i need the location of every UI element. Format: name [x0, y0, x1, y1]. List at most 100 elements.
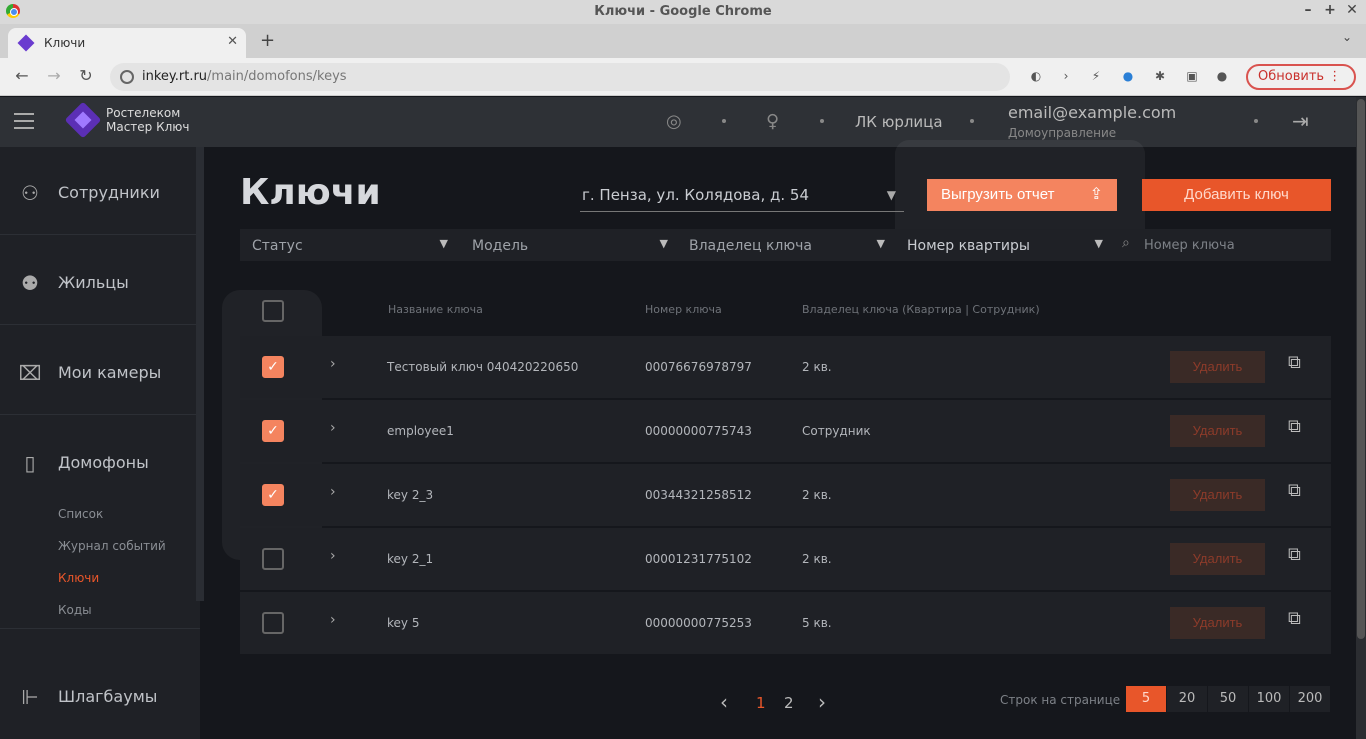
minimize-icon[interactable]: – — [1298, 2, 1318, 18]
forward-icon[interactable]: → — [44, 66, 64, 85]
back-icon[interactable]: ← — [12, 66, 32, 85]
chevron-down-icon: ▼ — [886, 188, 896, 202]
address-bar[interactable]: inkey.rt.ru/main/domofons/keys — [110, 63, 1010, 91]
extension-icon[interactable]: ◐ — [1028, 68, 1044, 84]
key-number: 00000000775743 — [645, 424, 752, 438]
delete-button[interactable]: Удалить — [1170, 415, 1265, 447]
row-checkbox[interactable]: ✓ — [262, 356, 284, 378]
owner-filter-label: Владелец ключа — [689, 238, 813, 254]
sidebar-item-intercoms[interactable]: ▯ Домофоны Список Журнал событий Ключи К… — [0, 417, 200, 629]
owner-filter[interactable]: Владелец ключа ▼ — [677, 229, 895, 261]
reload-icon[interactable]: ↻ — [76, 66, 96, 85]
table-row[interactable]: ✓ › Тестовый ключ 040420220650 000766769… — [240, 336, 1331, 398]
copy-icon[interactable]: ⧉ — [1288, 352, 1301, 373]
model-filter-label: Модель — [472, 238, 529, 254]
delete-button[interactable]: Удалить — [1170, 543, 1265, 575]
extension-icon[interactable]: ● — [1120, 68, 1136, 84]
model-filter[interactable]: Модель ▼ — [460, 229, 678, 261]
key-owner: 2 кв. — [802, 552, 832, 566]
rows-per-page-100[interactable]: 100 — [1249, 686, 1289, 712]
row-checkbox[interactable] — [262, 612, 284, 634]
logo-line1: Ростелеком — [106, 106, 181, 120]
page-2[interactable]: 2 — [784, 694, 794, 712]
prev-page-icon[interactable]: ‹ — [720, 690, 728, 714]
hamburger-icon[interactable] — [14, 113, 34, 129]
tab-close-icon[interactable]: ✕ — [227, 34, 238, 49]
sidebar-scrollbar[interactable] — [196, 147, 204, 601]
chevron-right-icon[interactable]: › — [1058, 68, 1074, 84]
delete-button[interactable]: Удалить — [1170, 479, 1265, 511]
chevron-down-icon: ▼ — [659, 237, 668, 250]
rows-per-page-5[interactable]: 5 — [1126, 686, 1166, 712]
separator-dot — [1254, 119, 1258, 123]
key-owner: 2 кв. — [802, 488, 832, 502]
window-title: Ключи - Google Chrome — [594, 4, 772, 19]
lightbulb-icon[interactable]: ♀ — [766, 111, 779, 132]
scrollbar-thumb[interactable] — [1357, 99, 1365, 639]
update-button[interactable]: Обновить ⋮ — [1246, 64, 1356, 90]
page-1[interactable]: 1 — [756, 694, 766, 712]
chevron-right-icon[interactable]: › — [330, 548, 336, 564]
status-filter[interactable]: Статус ▼ — [240, 229, 458, 261]
delete-button[interactable]: Удалить — [1170, 607, 1265, 639]
copy-icon[interactable]: ⧉ — [1288, 608, 1301, 629]
add-key-button[interactable]: Добавить ключ — [1142, 179, 1331, 211]
sidebar-item-barriers[interactable]: ⊩ Шлагбаумы — [0, 651, 200, 739]
window-titlebar: Ключи - Google Chrome – + ✕ — [0, 0, 1366, 24]
sidebar-item-label: Сотрудники — [58, 183, 160, 202]
sidebar-item-cameras[interactable]: ⌧ Мои камеры — [0, 327, 200, 415]
sidebar-sub-codes[interactable]: Коды — [58, 603, 92, 617]
site-info-icon[interactable] — [120, 70, 134, 84]
globe-icon[interactable]: ◎ — [666, 111, 682, 132]
copy-icon[interactable]: ⧉ — [1288, 480, 1301, 501]
key-number-search-input[interactable] — [1144, 233, 1324, 257]
table-row[interactable]: ✓ › key 2_3 00344321258512 2 кв. Удалить… — [240, 464, 1331, 526]
sidebar-item-employees[interactable]: ⚇ Сотрудники — [0, 147, 200, 235]
sidebar-item-residents[interactable]: ⚉ Жильцы — [0, 237, 200, 325]
row-checkbox[interactable] — [262, 548, 284, 570]
key-owner: 2 кв. — [802, 360, 832, 374]
copy-icon[interactable]: ⧉ — [1288, 544, 1301, 565]
table-row[interactable]: ✓ › employee1 00000000775743 Сотрудник У… — [240, 400, 1331, 462]
export-report-button[interactable]: Выгрузить отчет ⇪ — [927, 179, 1117, 211]
rows-per-page-50[interactable]: 50 — [1208, 686, 1248, 712]
chevron-right-icon[interactable]: › — [330, 612, 336, 628]
address-select[interactable]: г. Пенза, ул. Колядова, д. 54 ▼ — [580, 180, 904, 212]
profile-icon[interactable]: ● — [1214, 68, 1230, 84]
chevron-right-icon[interactable]: › — [330, 420, 336, 436]
close-window-icon[interactable]: ✕ — [1342, 2, 1362, 18]
extension-icon[interactable]: ⚡ — [1088, 68, 1104, 84]
sidebar-sub-keys[interactable]: Ключи — [58, 571, 99, 585]
table-row[interactable]: › key 2_1 00001231775102 2 кв. Удалить ⧉ — [240, 528, 1331, 590]
select-all-checkbox[interactable] — [262, 300, 284, 322]
row-checkbox[interactable]: ✓ — [262, 420, 284, 442]
tab-keys[interactable]: Ключи ✕ — [8, 28, 246, 58]
page-scrollbar[interactable] — [1356, 97, 1366, 739]
rows-per-page-200[interactable]: 200 — [1290, 686, 1330, 712]
chevron-right-icon[interactable]: › — [330, 356, 336, 372]
upload-icon: ⇪ — [1089, 186, 1103, 203]
row-checkbox[interactable]: ✓ — [262, 484, 284, 506]
sidebar-sub-events[interactable]: Журнал событий — [58, 539, 166, 553]
tab-search-icon[interactable]: ⌄ — [1342, 30, 1352, 44]
column-header-owner: Владелец ключа (Квартира | Сотрудник) — [802, 303, 1040, 316]
maximize-icon[interactable]: + — [1320, 2, 1340, 18]
next-page-icon[interactable]: › — [818, 690, 826, 714]
logo-text[interactable]: Ростелеком Мастер Ключ — [106, 106, 190, 134]
account-role[interactable]: ЛК юрлица — [855, 113, 943, 131]
user-email[interactable]: email@example.com — [1008, 103, 1176, 122]
sidepanel-icon[interactable]: ▣ — [1184, 68, 1200, 84]
copy-icon[interactable]: ⧉ — [1288, 416, 1301, 437]
chevron-right-icon[interactable]: › — [330, 484, 336, 500]
puzzle-icon[interactable]: ✱ — [1152, 68, 1168, 84]
sidebar-item-label: Мои камеры — [58, 363, 162, 382]
delete-button[interactable]: Удалить — [1170, 351, 1265, 383]
apartment-filter[interactable]: Номер квартиры ▼ — [895, 229, 1113, 261]
logout-icon[interactable]: ⇥ — [1292, 109, 1309, 133]
new-tab-icon[interactable]: + — [260, 30, 275, 51]
rows-per-page-20[interactable]: 20 — [1167, 686, 1207, 712]
key-name: key 2_1 — [387, 552, 434, 566]
table-row[interactable]: › key 5 00000000775253 5 кв. Удалить ⧉ — [240, 592, 1331, 654]
sidebar-sub-list[interactable]: Список — [58, 507, 103, 521]
key-name: key 2_3 — [387, 488, 434, 502]
